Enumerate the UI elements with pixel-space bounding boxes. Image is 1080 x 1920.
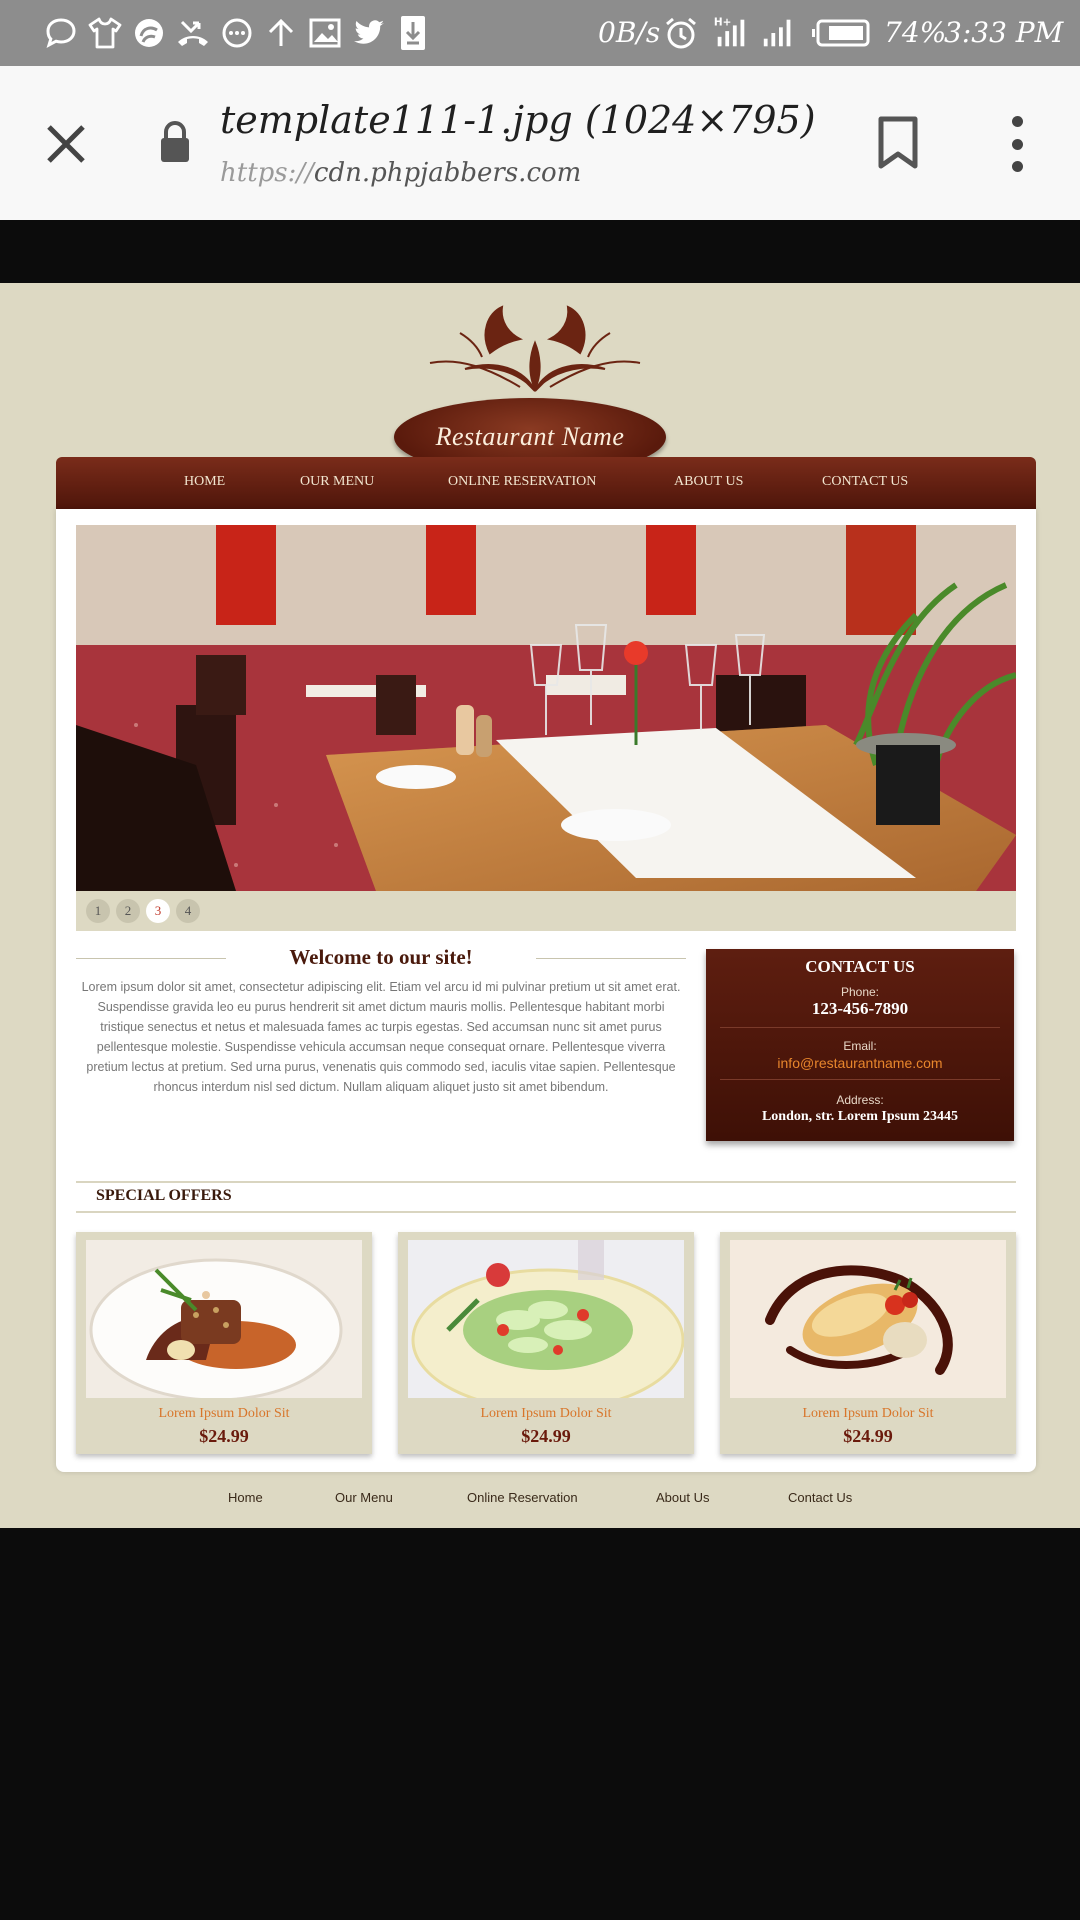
twitter-icon (350, 14, 388, 52)
alarm-icon (662, 14, 700, 52)
site-nav: HOME OUR MENU ONLINE RESERVATION ABOUT U… (56, 457, 1036, 509)
download-icon (394, 14, 432, 52)
lock-icon (158, 120, 192, 168)
offer-card[interactable]: Lorem Ipsum Dolor Sit $24.99 (720, 1232, 1016, 1454)
restaurant-name: Restaurant Name (435, 422, 625, 451)
url-host: cdn.phpjabbers.com (313, 158, 582, 188)
nav-about-us[interactable]: ABOUT US (674, 474, 743, 490)
close-icon (47, 125, 85, 163)
page-title: template111-1.jpg (1024×795) (220, 98, 816, 142)
offer-price: $24.99 (843, 1426, 893, 1446)
image-icon (306, 14, 344, 52)
footer-nav: Home Our Menu Online Reservation About U… (0, 1478, 1080, 1518)
chicken-dish-photo (730, 1240, 1006, 1398)
slide-dot-2[interactable]: 2 (116, 899, 140, 923)
svg-text:H+: H+ (714, 16, 731, 28)
email-link[interactable]: info@restaurantname.com (706, 1055, 1014, 1071)
swirl-icon (130, 14, 168, 52)
tshirt-icon (86, 14, 124, 52)
nav-home[interactable]: HOME (184, 474, 225, 490)
footer-link-online-reservation[interactable]: Online Reservation (467, 1490, 578, 1505)
network-speed: 0B/s (598, 16, 661, 49)
content-panel: 1 2 3 4 Welcome to our site! Lorem ipsum… (56, 509, 1036, 1472)
offer-name[interactable]: Lorem Ipsum Dolor Sit (720, 1406, 1016, 1422)
footer-link-contact-us[interactable]: Contact Us (788, 1490, 852, 1505)
divider (720, 1079, 1000, 1080)
email-label: Email: (843, 1039, 877, 1053)
welcome-heading: Welcome to our site! (76, 945, 686, 970)
page-url[interactable]: https://cdn.phpjabbers.com (220, 158, 581, 188)
special-offers-title: SPECIAL OFFERS (96, 1187, 232, 1204)
slide-dot-3[interactable]: 3 (146, 899, 170, 923)
phone-label: Phone: (840, 985, 880, 999)
close-button[interactable] (40, 118, 92, 170)
browser-toolbar: template111-1.jpg (1024×795) https://cdn… (0, 66, 1080, 220)
nav-online-reservation[interactable]: ONLINE RESERVATION (448, 474, 596, 490)
website-screenshot: Restaurant Name HOME OUR MENU ONLINE RES… (0, 283, 1080, 1528)
welcome-text: Lorem ipsum dolor sit amet, consectetur … (81, 980, 681, 1094)
salad-dish-photo (408, 1240, 684, 1398)
divider (720, 1027, 1000, 1028)
chat-dots-icon (218, 14, 256, 52)
battery-icon (812, 14, 872, 52)
more-vert-icon (1011, 116, 1023, 127)
nav-contact-us[interactable]: CONTACT US (822, 474, 908, 490)
nav-our-menu[interactable]: OUR MENU (300, 474, 374, 490)
battery-percent: 74% (884, 16, 947, 49)
address-text: London, str. Lorem Ipsum 23445 (761, 1109, 959, 1124)
offer-name[interactable]: Lorem Ipsum Dolor Sit (398, 1406, 694, 1422)
clock: 3:33 PM (944, 16, 1064, 49)
dining-room-photo (76, 525, 1016, 891)
image-viewer[interactable]: Restaurant Name HOME OUR MENU ONLINE RES… (0, 220, 1080, 1920)
offer-price: $24.99 (199, 1426, 249, 1446)
url-scheme: https:// (220, 158, 314, 188)
bookmark-button[interactable] (876, 116, 920, 174)
footer-link-our-menu[interactable]: Our Menu (335, 1490, 393, 1505)
status-bar: 0B/s H+ 74% 3:33 PM (0, 0, 1080, 66)
slide-dot-4[interactable]: 4 (176, 899, 200, 923)
contact-heading: CONTACT US (805, 957, 915, 976)
lamb-dish-photo (86, 1240, 362, 1398)
floral-ornament-icon (429, 305, 641, 392)
slide-dot-1[interactable]: 1 (86, 899, 110, 923)
footer-link-about-us[interactable]: About Us (656, 1490, 709, 1505)
address-label: Address: (836, 1093, 884, 1107)
signal-icon (760, 14, 798, 52)
upload-arrow-icon (262, 14, 300, 52)
restaurant-logo: Restaurant Name (390, 293, 680, 476)
offer-card[interactable]: Lorem Ipsum Dolor Sit $24.99 (76, 1232, 372, 1454)
offer-name[interactable]: Lorem Ipsum Dolor Sit (76, 1406, 372, 1422)
more-options-button[interactable] (1000, 116, 1034, 172)
image-slider: 1 2 3 4 (76, 525, 1016, 931)
bookmark-icon (878, 116, 918, 169)
phone-number: 123-456-7890 (811, 999, 909, 1018)
contact-box: CONTACT US Phone: 123-456-7890 Email: in… (706, 949, 1014, 1141)
chat-bubble-icon (42, 14, 80, 52)
missed-call-icon (174, 14, 212, 52)
footer-link-home[interactable]: Home (228, 1490, 263, 1505)
signal-icon: H+ (712, 14, 750, 52)
special-offers-header: SPECIAL OFFERS (76, 1181, 1016, 1213)
offer-price: $24.99 (521, 1426, 571, 1446)
offer-card[interactable]: Lorem Ipsum Dolor Sit $24.99 (398, 1232, 694, 1454)
